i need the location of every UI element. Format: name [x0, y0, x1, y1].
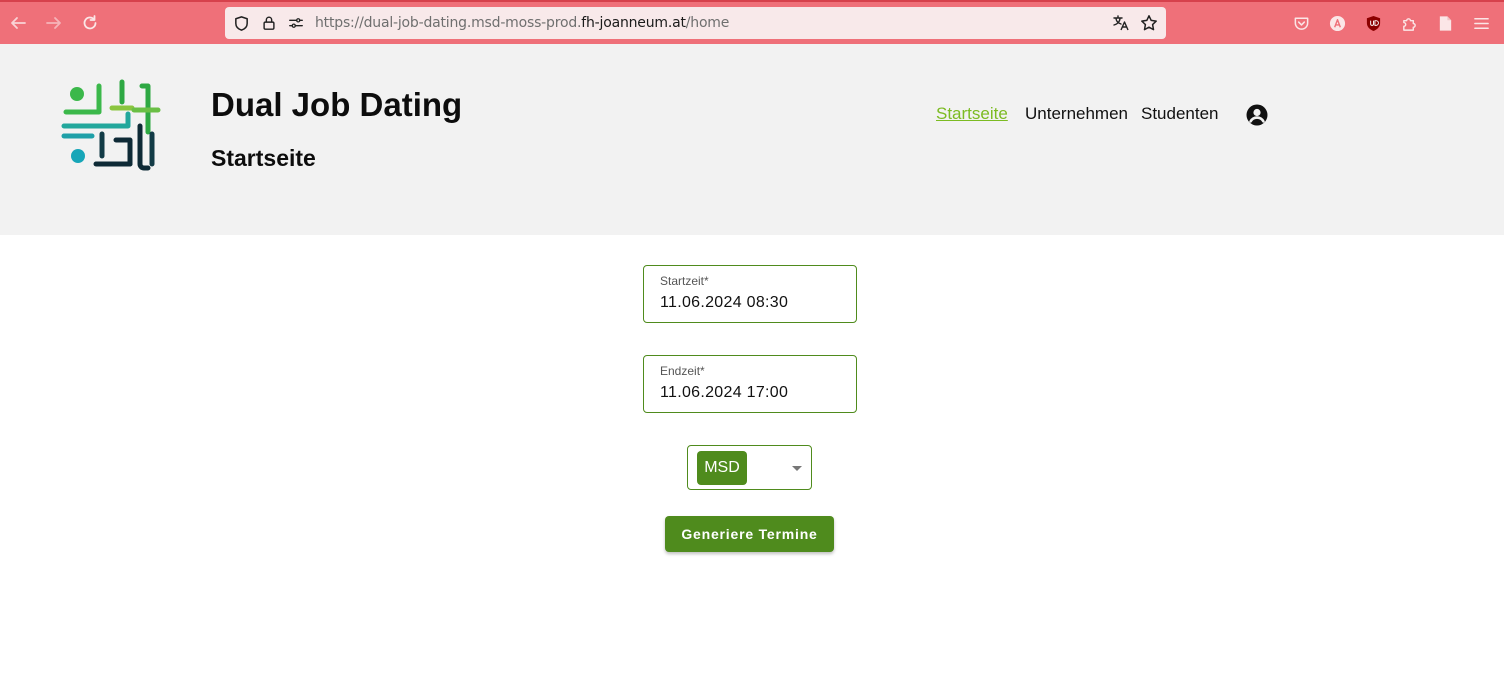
- url-bar[interactable]: https://dual-job-dating.msd-moss-prod.fh…: [225, 7, 1166, 39]
- end-time-value[interactable]: 11.06.2024 17:00: [660, 384, 788, 402]
- nav-link-startseite[interactable]: Startseite: [936, 104, 1008, 124]
- chevron-down-icon[interactable]: [792, 466, 802, 471]
- nav-link-unternehmen[interactable]: Unternehmen: [1025, 104, 1128, 124]
- logo-icon[interactable]: [56, 74, 166, 184]
- selected-program-chip[interactable]: MSD: [697, 451, 747, 485]
- forward-arrow-icon[interactable]: [42, 11, 66, 35]
- url-path: /home: [685, 15, 730, 31]
- generate-appointments-button[interactable]: Generiere Termine: [665, 516, 834, 552]
- menu-icon[interactable]: [1472, 14, 1490, 32]
- app-header: Dual Job Dating Startseite Startseite Un…: [0, 44, 1504, 235]
- account-icon[interactable]: [1328, 14, 1346, 32]
- start-time-value[interactable]: 11.06.2024 08:30: [660, 294, 788, 312]
- page-title: Startseite: [211, 145, 316, 171]
- start-time-label: Startzeit*: [660, 274, 709, 288]
- url-prefix: https://dual-job-dating.msd-moss-prod.: [315, 15, 582, 31]
- user-account-icon[interactable]: [1245, 103, 1269, 127]
- end-time-label: Endzeit*: [660, 364, 705, 378]
- translate-icon[interactable]: [1112, 14, 1130, 32]
- ublock-icon[interactable]: [1364, 14, 1382, 32]
- back-arrow-icon[interactable]: [6, 11, 30, 35]
- program-select[interactable]: MSD: [687, 445, 812, 490]
- url-host: fh-joanneum.at: [581, 15, 686, 31]
- nav-link-studenten[interactable]: Studenten: [1141, 104, 1219, 124]
- bookmark-star-icon[interactable]: [1140, 14, 1158, 32]
- site-title: Dual Job Dating: [211, 86, 463, 123]
- pocket-icon[interactable]: [1292, 14, 1310, 32]
- extensions-icon[interactable]: [1400, 14, 1418, 32]
- shield-icon[interactable]: [232, 14, 250, 32]
- end-time-field[interactable]: Endzeit* 11.06.2024 17:00: [643, 355, 857, 413]
- lock-icon[interactable]: [260, 14, 278, 32]
- reload-icon[interactable]: [78, 11, 102, 35]
- start-time-field[interactable]: Startzeit* 11.06.2024 08:30: [643, 265, 857, 323]
- reader-view-icon[interactable]: [1436, 14, 1454, 32]
- permissions-icon[interactable]: [287, 14, 305, 32]
- url-text[interactable]: https://dual-job-dating.msd-moss-prod.fh…: [315, 15, 729, 31]
- browser-toolbar: https://dual-job-dating.msd-moss-prod.fh…: [0, 0, 1504, 44]
